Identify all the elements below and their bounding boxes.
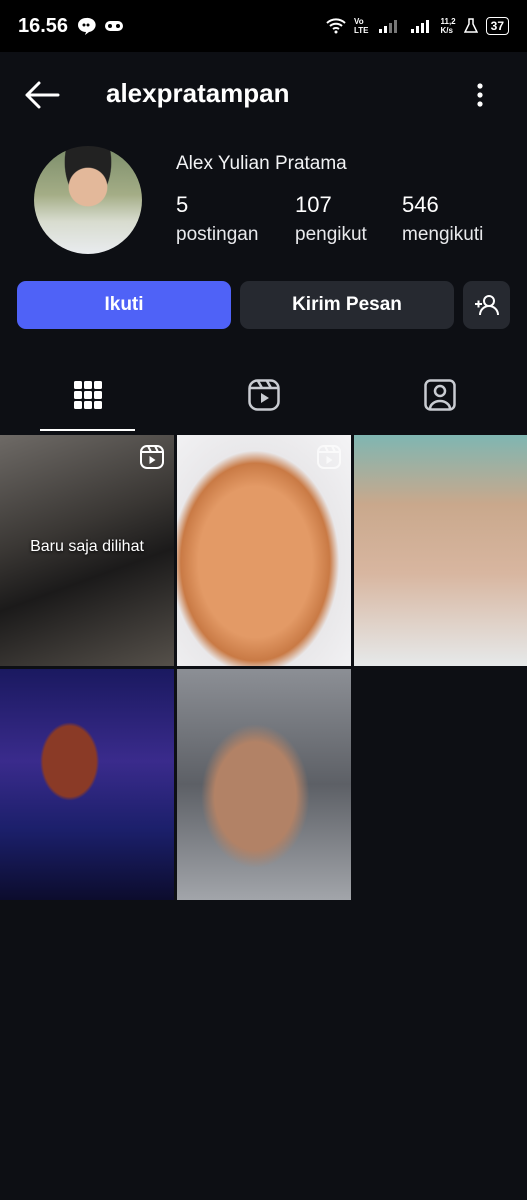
suggest-accounts-button[interactable] — [463, 281, 510, 329]
tab-posts-grid[interactable] — [0, 360, 175, 430]
profile-avatar[interactable] — [34, 146, 142, 254]
post-thumbnail[interactable] — [354, 435, 527, 666]
chat-notification-icon — [78, 17, 96, 35]
stat-following[interactable]: 546 mengikuti — [402, 192, 483, 246]
active-tab-indicator — [40, 429, 135, 431]
more-options-icon[interactable] — [468, 80, 492, 110]
signal-icon-2 — [410, 20, 429, 33]
status-bar: 16.56 Vo LTE 11,2 K/s 37 — [0, 0, 527, 52]
follow-button[interactable]: Ikuti — [17, 281, 231, 329]
tab-tagged[interactable] — [352, 360, 527, 430]
flask-icon — [463, 18, 478, 33]
network-volte: Vo — [353, 17, 364, 26]
post-thumbnail[interactable] — [177, 435, 351, 666]
reel-badge-icon — [317, 445, 341, 469]
stat-posts-label: postingan — [176, 224, 259, 245]
post-thumbnail[interactable] — [177, 669, 351, 900]
stat-posts[interactable]: 5 postingan — [176, 192, 258, 246]
stat-following-value: 546 — [402, 192, 439, 217]
add-person-icon — [474, 295, 499, 316]
stat-followers-value: 107 — [295, 192, 332, 217]
recently-viewed-label: Baru saja dilihat — [30, 538, 144, 555]
profile-header: alexpratampan — [0, 52, 527, 138]
username-title: alexpratampan — [106, 78, 290, 108]
speed-value: 11,2 — [440, 17, 456, 26]
reel-badge-icon — [140, 445, 164, 469]
tab-reels[interactable] — [176, 360, 351, 430]
stat-followers[interactable]: 107 pengikut — [295, 192, 367, 246]
send-message-button[interactable]: Kirim Pesan — [240, 281, 454, 329]
stat-followers-label: pengikut — [295, 224, 367, 245]
stat-posts-value: 5 — [176, 192, 189, 217]
post-thumbnail[interactable] — [0, 669, 174, 900]
profile-tabs — [0, 360, 527, 432]
full-name: Alex Yulian Pratama — [176, 153, 347, 174]
game-controller-icon — [105, 21, 124, 31]
status-time: 16.56 — [18, 14, 69, 37]
back-arrow-icon[interactable] — [22, 78, 62, 112]
speed-unit: K/s — [440, 26, 453, 35]
stat-following-label: mengikuti — [402, 224, 484, 245]
wifi-icon — [326, 18, 346, 34]
reels-icon — [247, 379, 280, 411]
network-lte: LTE — [353, 26, 369, 35]
grid-icon — [73, 381, 102, 409]
post-thumbnail[interactable]: Baru saja dilihat — [0, 435, 174, 666]
tagged-icon — [423, 379, 456, 411]
battery-indicator: 37 — [485, 17, 509, 35]
signal-icon — [378, 20, 397, 33]
